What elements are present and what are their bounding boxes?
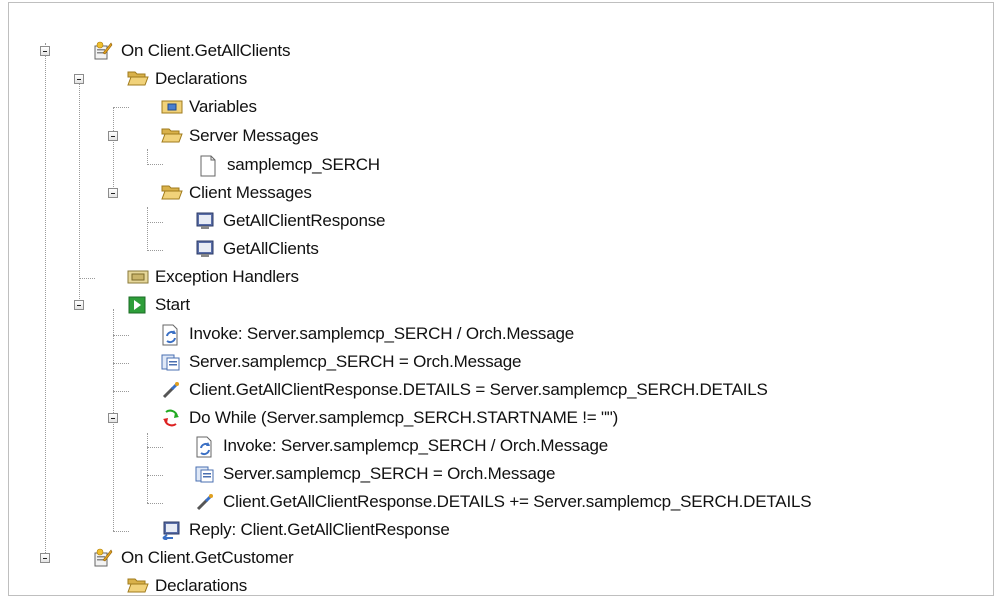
tree-node-on-client-getallclients[interactable]: On Client.GetAllClients	[93, 38, 290, 64]
tree-node-on-client-getcustomer[interactable]: On Client.GetCustomer	[93, 545, 294, 571]
assign-message-icon	[161, 352, 181, 372]
node-label: GetAllClients	[223, 239, 319, 258]
exception-handlers-folder-icon	[127, 267, 149, 287]
node-label: Client Messages	[189, 183, 312, 202]
open-folder-icon	[127, 69, 149, 89]
tree-node-server-messages[interactable]: Server Messages	[161, 123, 318, 149]
assign-wand-icon	[195, 492, 215, 512]
tree-connector	[147, 503, 163, 504]
node-label: Declarations	[155, 576, 248, 595]
collapse-toggle[interactable]	[108, 413, 118, 423]
tree-node-append-details[interactable]: Client.GetAllClientResponse.DETAILS += S…	[195, 489, 812, 515]
tree-connector	[147, 164, 163, 165]
tree-node-exception-handlers[interactable]: Exception Handlers	[127, 264, 299, 290]
tree-node-assign-message[interactable]: Server.samplemcp_SERCH = Orch.Message	[195, 461, 555, 487]
tree-connector	[113, 363, 129, 364]
reply-icon	[161, 520, 181, 541]
tree-node-samplemcp-serch[interactable]: samplemcp_SERCH	[199, 152, 380, 178]
tree-node-invoke[interactable]: Invoke: Server.samplemcp_SERCH / Orch.Me…	[195, 433, 608, 459]
tree-connector	[113, 335, 129, 336]
node-label: Client.GetAllClientResponse.DETAILS = Se…	[189, 380, 768, 399]
collapse-toggle[interactable]	[74, 300, 84, 310]
tree-connector	[79, 278, 95, 279]
node-label: Client.GetAllClientResponse.DETAILS += S…	[223, 492, 812, 511]
node-label: GetAllClientResponse	[223, 211, 386, 230]
tree-connector	[113, 107, 129, 108]
tree-node-start[interactable]: Start	[127, 292, 190, 318]
tree-connector	[113, 391, 129, 392]
collapse-toggle[interactable]	[40, 46, 50, 56]
node-label: Variables	[189, 97, 257, 116]
tree-node-do-while[interactable]: Do While (Server.samplemcp_SERCH.STARTNA…	[161, 405, 618, 431]
node-label: Do While (Server.samplemcp_SERCH.STARTNA…	[189, 408, 619, 427]
node-label: Server.samplemcp_SERCH = Orch.Message	[223, 464, 556, 483]
tree-node-client-messages[interactable]: Client Messages	[161, 180, 312, 206]
loop-icon	[161, 408, 181, 428]
node-label: On Client.GetAllClients	[121, 41, 291, 60]
tree-node-assign-message[interactable]: Server.samplemcp_SERCH = Orch.Message	[161, 349, 521, 375]
tree-node-invoke[interactable]: Invoke: Server.samplemcp_SERCH / Orch.Me…	[161, 321, 574, 347]
open-folder-icon	[161, 126, 183, 146]
message-monitor-icon	[195, 211, 215, 231]
orchestration-method-icon	[93, 41, 113, 61]
node-label: Exception Handlers	[155, 267, 299, 286]
tree-node-reply[interactable]: Reply: Client.GetAllClientResponse	[161, 517, 450, 543]
tree-node-getallclientresponse[interactable]: GetAllClientResponse	[195, 208, 386, 234]
invoke-icon	[161, 324, 181, 346]
assign-wand-icon	[161, 380, 181, 400]
open-folder-icon	[161, 183, 183, 203]
node-label: Invoke: Server.samplemcp_SERCH / Orch.Me…	[189, 324, 574, 343]
node-label: samplemcp_SERCH	[227, 155, 380, 174]
tree-connector	[147, 149, 148, 165]
node-label: Declarations	[155, 69, 248, 88]
message-monitor-icon	[195, 239, 215, 259]
tree-connector	[79, 79, 80, 309]
invoke-icon	[195, 436, 215, 458]
collapse-toggle[interactable]	[74, 74, 84, 84]
tree-connector	[113, 531, 129, 532]
tree-connector	[147, 475, 163, 476]
tree-view-panel: On Client.GetAllClients Declarations Var…	[8, 2, 994, 596]
tree-node-variables[interactable]: Variables	[161, 94, 257, 120]
tree-connector	[147, 250, 163, 251]
tree-connector	[147, 207, 148, 251]
node-label: Invoke: Server.samplemcp_SERCH / Orch.Me…	[223, 436, 608, 455]
tree-node-getallclients[interactable]: GetAllClients	[195, 236, 319, 262]
tree-node-assign-details[interactable]: Client.GetAllClientResponse.DETAILS = Se…	[161, 377, 768, 403]
assign-message-icon	[195, 464, 215, 484]
orchestration-method-icon	[93, 548, 113, 568]
node-label: On Client.GetCustomer	[121, 548, 294, 567]
tree-connector	[147, 222, 163, 223]
tree-node-declarations[interactable]: Declarations	[127, 573, 248, 595]
variables-folder-icon	[161, 97, 183, 117]
node-label: Reply: Client.GetAllClientResponse	[189, 520, 450, 539]
collapse-toggle[interactable]	[108, 131, 118, 141]
node-label: Server.samplemcp_SERCH = Orch.Message	[189, 352, 522, 371]
tree-node-declarations[interactable]: Declarations	[127, 66, 247, 92]
tree-connector	[147, 447, 163, 448]
tree-connector	[45, 43, 46, 563]
collapse-toggle[interactable]	[40, 553, 50, 563]
tree-connector	[147, 433, 148, 503]
tree-connector	[113, 107, 114, 197]
node-label: Server Messages	[189, 126, 319, 145]
open-folder-icon	[127, 576, 149, 595]
start-play-icon	[127, 295, 147, 315]
collapse-toggle[interactable]	[108, 188, 118, 198]
node-label: Start	[155, 295, 190, 314]
document-icon	[199, 155, 219, 177]
